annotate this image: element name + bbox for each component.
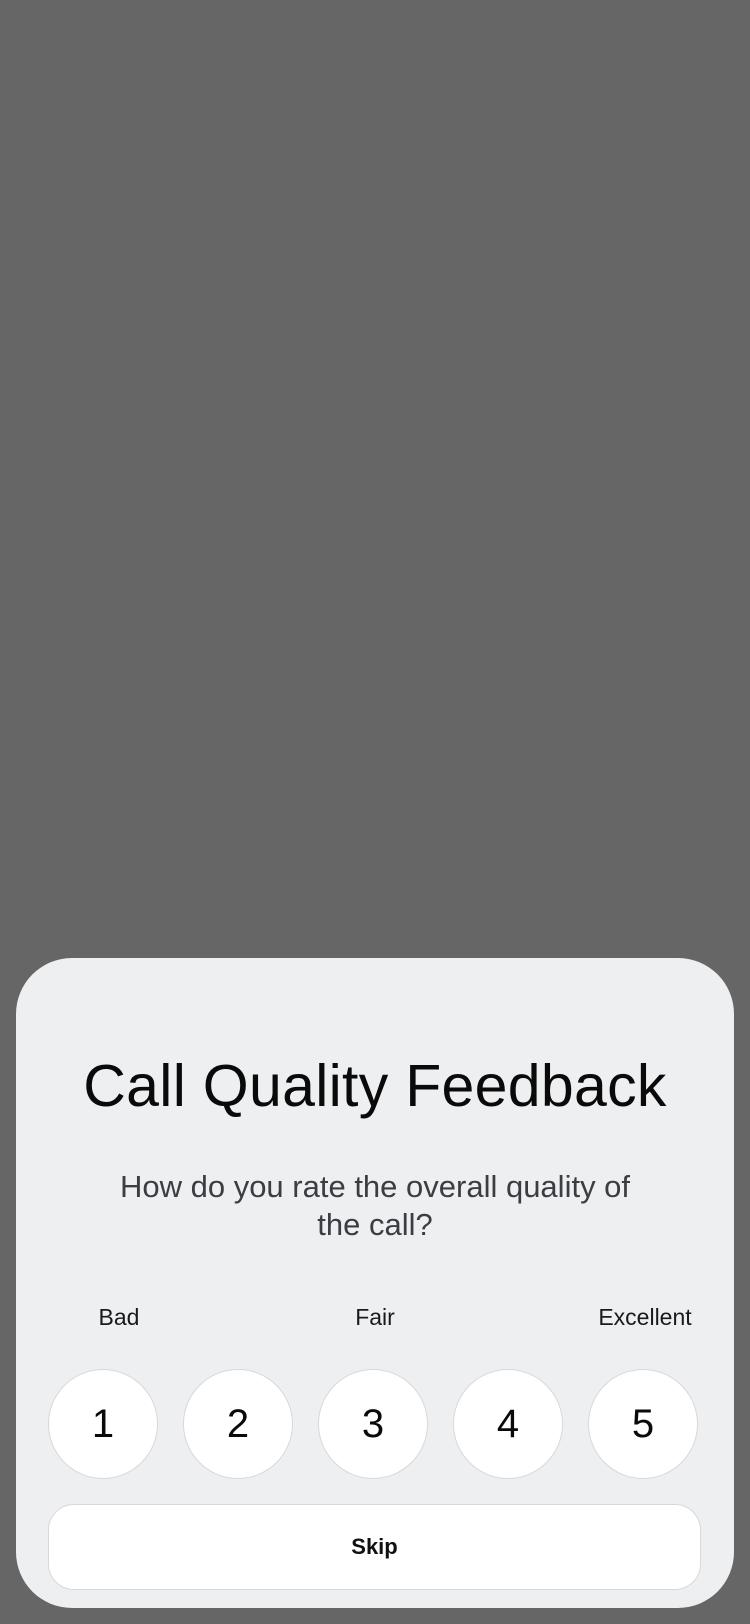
skip-button[interactable]: Skip bbox=[48, 1504, 701, 1590]
rating-button-4[interactable]: 4 bbox=[453, 1369, 563, 1479]
dialog-title: Call Quality Feedback bbox=[83, 1053, 667, 1119]
rating-button-1[interactable]: 1 bbox=[48, 1369, 158, 1479]
rating-question: How do you rate the overall quality of t… bbox=[119, 1169, 631, 1242]
scale-label-fair: Fair bbox=[355, 1304, 395, 1330]
scale-label-excellent: Excellent bbox=[598, 1304, 692, 1330]
scale-label-bad: Bad bbox=[98, 1304, 140, 1330]
rating-button-2[interactable]: 2 bbox=[183, 1369, 293, 1479]
call-quality-feedback-sheet: Call Quality Feedback How do you rate th… bbox=[16, 958, 734, 1608]
rating-button-3[interactable]: 3 bbox=[318, 1369, 428, 1479]
rating-button-5[interactable]: 5 bbox=[588, 1369, 698, 1479]
rating-options: 1 2 3 4 5 bbox=[48, 1369, 703, 1479]
